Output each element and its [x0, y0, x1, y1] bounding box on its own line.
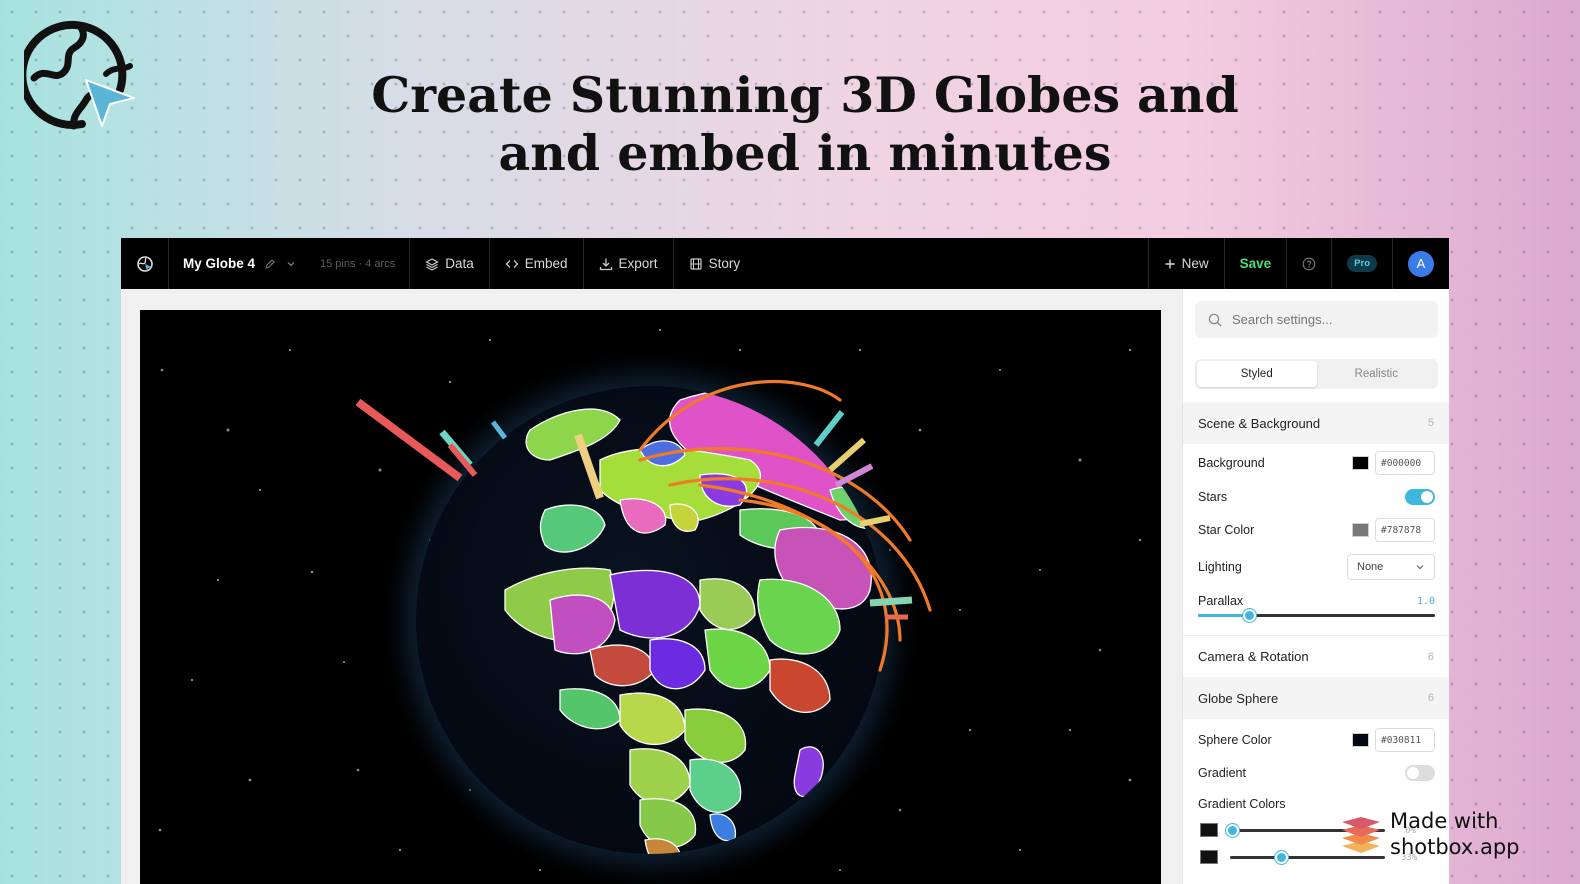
gradient-stop-1-swatch[interactable]: [1200, 823, 1218, 837]
globe-meta: 15 pins · 4 arcs: [320, 257, 396, 270]
gradient-toggle[interactable]: [1405, 765, 1435, 781]
star-color-hex-input[interactable]: #787878: [1375, 518, 1435, 542]
avatar: A: [1408, 250, 1434, 277]
settings-search-input[interactable]: [1232, 312, 1422, 327]
section-scene-background[interactable]: Scene & Background 5: [1183, 402, 1449, 444]
globe-canvas[interactable]: [140, 310, 1161, 884]
layers-icon: [425, 257, 439, 271]
section-title: Globe Sphere: [1198, 690, 1279, 706]
tab-styled[interactable]: Styled: [1197, 361, 1317, 387]
settings-search[interactable]: [1195, 301, 1438, 338]
globe-scene: [158, 328, 1142, 884]
headline: Create Stunning 3D Globes and and embed …: [0, 66, 1580, 182]
stars-label: Stars: [1198, 490, 1228, 504]
plus-icon: [1165, 259, 1175, 268]
search-icon: [1208, 313, 1222, 326]
help-circle-icon: [1302, 257, 1316, 270]
embed-button-label: Embed: [524, 256, 568, 271]
gradient-stop-2-swatch[interactable]: [1200, 850, 1218, 864]
pencil-icon[interactable]: [264, 258, 276, 270]
background-label: Background: [1198, 456, 1265, 470]
parallax-setting: Parallax 1.0: [1198, 588, 1435, 614]
parallax-slider-handle[interactable]: [1243, 609, 1256, 622]
star-color-swatch[interactable]: [1352, 523, 1369, 537]
export-button[interactable]: Export: [584, 238, 674, 289]
gradient-label: Gradient: [1198, 766, 1246, 780]
globe-title-group: My Globe 4 15 pins · 4 arcs: [169, 238, 411, 289]
lighting-setting: Lighting None: [1198, 554, 1435, 580]
tab-realistic[interactable]: Realistic: [1317, 361, 1437, 387]
sphere-color-setting: Sphere Color #030811: [1198, 727, 1435, 753]
stack-layers-icon: [1342, 817, 1380, 853]
parallax-label: Parallax: [1198, 594, 1244, 608]
star-color-label: Star Color: [1198, 523, 1255, 537]
lighting-select[interactable]: None: [1347, 554, 1435, 580]
headline-line-1: Create Stunning 3D Globes and: [371, 66, 1239, 124]
section-camera-rotation[interactable]: Camera & Rotation 6: [1183, 635, 1449, 677]
sphere-color-swatch[interactable]: [1352, 733, 1369, 747]
headline-line-2: and embed in minutes: [498, 124, 1112, 182]
chevron-down-icon[interactable]: [285, 258, 297, 270]
star-color-setting: Star Color #787878: [1198, 517, 1435, 543]
gradient-stop-2-handle[interactable]: [1275, 851, 1288, 864]
download-icon: [599, 258, 612, 270]
stars-toggle[interactable]: [1405, 489, 1435, 505]
pro-badge-cell[interactable]: Pro: [1332, 238, 1393, 289]
section-count: 6: [1427, 692, 1434, 704]
data-button[interactable]: Data: [410, 238, 490, 289]
section-count: 5: [1427, 417, 1434, 429]
chevron-down-icon: [1416, 565, 1424, 570]
stars-setting: Stars: [1198, 484, 1435, 510]
app-logo-button[interactable]: [121, 238, 169, 289]
save-button[interactable]: Save: [1225, 238, 1288, 289]
new-button[interactable]: New: [1149, 238, 1225, 289]
story-button[interactable]: Story: [674, 238, 756, 289]
section-count: 6: [1427, 650, 1434, 663]
data-button-label: Data: [445, 256, 474, 271]
toolbar-spacer: [755, 238, 1149, 289]
settings-panel: Styled Realistic Scene & Background 5 Ba…: [1182, 289, 1449, 884]
app-window: My Globe 4 15 pins · 4 arcs Data Embed E…: [121, 238, 1449, 884]
background-hex-input[interactable]: #000000: [1375, 451, 1435, 475]
section-title: Camera & Rotation: [1198, 649, 1309, 664]
new-button-label: New: [1181, 256, 1209, 271]
top-toolbar: My Globe 4 15 pins · 4 arcs Data Embed E…: [121, 238, 1449, 289]
globe-name[interactable]: My Globe 4: [183, 256, 255, 271]
code-icon: [505, 259, 519, 268]
lighting-value: None: [1357, 561, 1384, 573]
section-title: Scene & Background: [1198, 415, 1321, 431]
app-globe-icon: [136, 255, 153, 272]
sphere-color-label: Sphere Color: [1198, 733, 1272, 747]
parallax-value: 1.0: [1416, 595, 1435, 607]
pro-badge: Pro: [1347, 255, 1377, 272]
save-button-label: Save: [1239, 256, 1272, 271]
lighting-label: Lighting: [1198, 560, 1242, 574]
film-icon: [689, 257, 702, 270]
watermark-line-2: shotbox.app: [1390, 835, 1520, 859]
background-setting: Background #000000: [1198, 450, 1435, 476]
embed-button[interactable]: Embed: [490, 238, 584, 289]
gradient-colors-label: Gradient Colors: [1198, 797, 1286, 811]
shotbox-watermark: Made with shotbox.app: [1338, 808, 1520, 860]
sphere-color-hex-input[interactable]: #030811: [1375, 728, 1435, 752]
help-button[interactable]: [1287, 238, 1333, 289]
section-globe-sphere[interactable]: Globe Sphere 6: [1183, 677, 1449, 719]
style-mode-toggle: Styled Realistic: [1195, 359, 1438, 389]
gradient-setting: Gradient: [1198, 760, 1435, 786]
story-button-label: Story: [708, 256, 741, 271]
export-button-label: Export: [618, 256, 658, 271]
account-button[interactable]: A: [1393, 238, 1449, 289]
background-color-swatch[interactable]: [1352, 456, 1369, 470]
gradient-stop-1-handle[interactable]: [1226, 824, 1239, 837]
watermark-line-1: Made with: [1390, 809, 1499, 833]
